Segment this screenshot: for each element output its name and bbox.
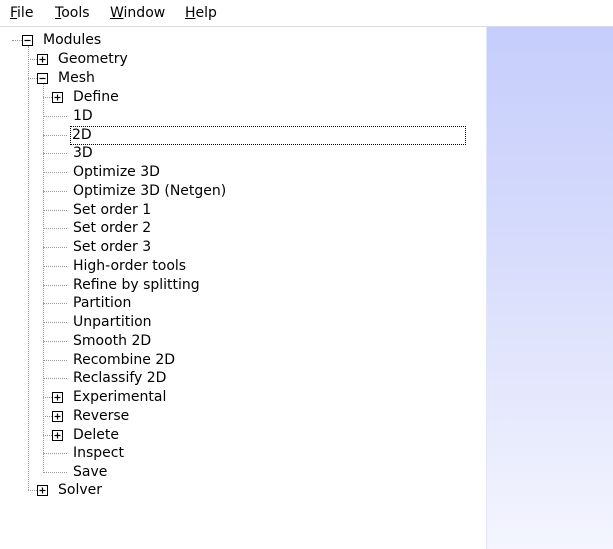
menu-window[interactable]: Window — [110, 3, 165, 23]
collapse-icon[interactable] — [37, 73, 48, 84]
tree-node-modules[interactable]: Modules — [0, 31, 486, 50]
tree-node-inspect[interactable]: Inspect — [0, 444, 486, 463]
tree-node-label: Refine by splitting — [73, 277, 200, 293]
tree-line — [43, 360, 67, 361]
expand-icon[interactable] — [52, 411, 63, 422]
tree-line — [43, 285, 67, 286]
tree-node-label: 3D — [73, 145, 93, 161]
tree-node-recombine-2d[interactable]: Recombine 2D — [0, 351, 486, 370]
tree-line — [43, 397, 52, 398]
collapse-icon[interactable] — [22, 35, 33, 46]
menu-help-accel: H — [185, 5, 196, 21]
tree-node-label: 2D — [70, 126, 466, 145]
tree-line — [43, 435, 52, 436]
tree-node-refine-by-splitting[interactable]: Refine by splitting — [0, 276, 486, 295]
menu-file-accel: F — [10, 5, 18, 21]
tree-line — [43, 453, 67, 454]
tree-node-label: Set order 1 — [73, 202, 152, 218]
tree-node-label: Recombine 2D — [73, 352, 176, 368]
menu-window-rest: indow — [123, 5, 166, 21]
tree-line — [43, 172, 67, 173]
tree-node-label: Save — [73, 464, 108, 480]
menu-window-accel: W — [110, 5, 124, 21]
tree-node-partition[interactable]: Partition — [0, 294, 486, 313]
tree-node-2d[interactable]: 2D — [0, 126, 486, 145]
tree-node-save[interactable]: Save — [0, 463, 486, 482]
tree-node-label: Reverse — [73, 408, 130, 424]
tree-line — [43, 378, 67, 379]
tree-node-label: Unpartition — [73, 314, 152, 330]
module-tree[interactable]: Modules Geometry Mesh Define 1D 2D 3D Optimi… — [0, 27, 486, 549]
tree-line — [43, 210, 67, 211]
tree-line — [43, 247, 67, 248]
tree-node-label: Reclassify 2D — [73, 370, 167, 386]
expand-icon[interactable] — [37, 54, 48, 65]
tree-line — [43, 228, 67, 229]
tree-node-label: Smooth 2D — [73, 333, 152, 349]
tree-node-smooth-2d[interactable]: Smooth 2D — [0, 332, 486, 351]
tree-node-label: 1D — [73, 108, 93, 124]
menu-tools-rest: ools — [61, 5, 90, 21]
tree-node-geometry[interactable]: Geometry — [0, 50, 486, 69]
tree-node-label: High-order tools — [73, 258, 187, 274]
menu-bar: File Tools Window Help — [0, 0, 613, 27]
tree-line — [43, 153, 67, 154]
tree-node-label: Delete — [73, 427, 119, 443]
menu-help-rest: elp — [195, 5, 217, 21]
tree-node-label: Optimize 3D (Netgen) — [73, 183, 227, 199]
tree-node-label: Optimize 3D — [73, 164, 160, 180]
menu-file-rest: ile — [17, 5, 34, 21]
tree-node-optimize-3d[interactable]: Optimize 3D — [0, 163, 486, 182]
tree-node-experimental[interactable]: Experimental — [0, 388, 486, 407]
tree-node-label: Define — [73, 89, 119, 105]
tree-line — [43, 416, 52, 417]
expand-icon[interactable] — [52, 392, 63, 403]
tree-line — [43, 472, 67, 473]
tree-node-label: Partition — [73, 295, 132, 311]
tree-node-set-order-3[interactable]: Set order 3 — [0, 238, 486, 257]
tree-node-label: Set order 3 — [73, 239, 152, 255]
expand-icon[interactable] — [52, 92, 63, 103]
tree-node-set-order-2[interactable]: Set order 2 — [0, 219, 486, 238]
tree-node-3d[interactable]: 3D — [0, 144, 486, 163]
menu-file[interactable]: File — [10, 3, 33, 23]
tree-line — [43, 266, 67, 267]
tree-node-label: Experimental — [73, 389, 167, 405]
menu-help[interactable]: Help — [185, 3, 217, 23]
tree-line — [43, 116, 67, 117]
tree-node-1d[interactable]: 1D — [0, 107, 486, 126]
tree-node-delete[interactable]: Delete — [0, 426, 486, 445]
tree-node-optimize-3d-netgen[interactable]: Optimize 3D (Netgen) — [0, 182, 486, 201]
tree-line — [43, 303, 67, 304]
tree-node-set-order-1[interactable]: Set order 1 — [0, 201, 486, 220]
tree-line — [43, 322, 67, 323]
tree-node-define[interactable]: Define — [0, 88, 486, 107]
tree-node-reverse[interactable]: Reverse — [0, 407, 486, 426]
tree-node-label: Set order 2 — [73, 220, 152, 236]
tree-node-unpartition[interactable]: Unpartition — [0, 313, 486, 332]
tree-line — [43, 97, 52, 98]
tree-node-label: Geometry — [58, 51, 128, 67]
tree-node-solver[interactable]: Solver — [0, 481, 486, 500]
tree-node-label: Inspect — [73, 445, 124, 461]
tree-node-label: Solver — [58, 482, 102, 498]
tree-line — [43, 341, 67, 342]
tree-line — [43, 135, 67, 136]
expand-icon[interactable] — [52, 430, 63, 441]
tree-node-reclassify-2d[interactable]: Reclassify 2D — [0, 369, 486, 388]
tree-line — [43, 191, 67, 192]
side-panel — [486, 27, 613, 549]
tree-node-mesh[interactable]: Mesh — [0, 69, 486, 88]
menu-tools[interactable]: Tools — [55, 3, 90, 23]
expand-icon[interactable] — [37, 485, 48, 496]
tree-node-label: Modules — [43, 32, 102, 48]
tree-node-high-order-tools[interactable]: High-order tools — [0, 257, 486, 276]
tree-node-label: Mesh — [58, 70, 95, 86]
